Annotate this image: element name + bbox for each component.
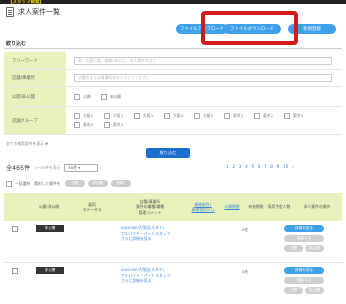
store-group-row: 店舗グループ 大阪1 大阪2 大阪3 大阪4 大阪5 東京1 東京2 東京3 東… — [4, 107, 342, 135]
unpublish-button[interactable]: 非公開 — [305, 245, 324, 252]
page-link[interactable]: 1 — [226, 165, 229, 170]
col-employment-status: 雇用 ステータス — [82, 201, 102, 213]
unpublish-button[interactable]: 非公開 — [305, 287, 324, 294]
freeword-input[interactable]: 例：応募可能、経験1年以上、求人案件名など — [74, 56, 332, 65]
show-all-conditions-link[interactable]: 全ての検索条件を表示 ▼ — [6, 141, 48, 147]
bulk-label: 一括選択 選択した案件を — [15, 180, 61, 186]
publish-button[interactable]: 公開 — [284, 287, 303, 294]
document-icon — [6, 7, 14, 17]
group-checkbox[interactable]: 大阪5 — [194, 113, 220, 119]
per-page-select[interactable]: 50件 ▾ — [64, 163, 99, 172]
col-qualification[interactable]: 資格項目1 資格項目2(1) — [186, 193, 220, 221]
col-publish-deadline[interactable]: 公開期限 — [220, 193, 244, 221]
hire-count: 0名 — [242, 227, 249, 232]
duplicate-button[interactable]: 複製する — [284, 277, 324, 284]
freeword-row: フリーワード 例：応募可能、経験1年以上、求人案件名など — [4, 52, 342, 70]
status-badge: 非公開 — [36, 225, 64, 232]
status-badge: 非公開 — [36, 267, 64, 274]
group-checkbox[interactable]: 東京5 — [104, 122, 130, 128]
divider — [4, 48, 342, 49]
page-link[interactable]: 5 — [251, 165, 254, 170]
group-checkbox[interactable]: 大阪2 — [104, 113, 130, 119]
col-actions: 求人案件の操作 — [303, 204, 331, 210]
page-link[interactable]: 3 — [239, 165, 242, 170]
group-checkbox[interactable]: 大阪4 — [164, 113, 190, 119]
page-link[interactable]: 2 — [232, 165, 235, 170]
location-input[interactable]: 店舗名または事業所名を入力してください — [74, 74, 332, 82]
pagination: 1 2 3 4 5 6 7 8 9 10 › — [226, 165, 297, 170]
page-link[interactable]: 7 — [264, 165, 267, 170]
bulk-action-bar: 一括選択 選択した案件を 公開 非公開 削除 — [6, 180, 134, 187]
table-row: 非公開 KANOMEI大阪店(ＡＢＣ) アルバイト・パートスタッフ さらに詳細を… — [4, 263, 342, 304]
job-link[interactable]: KANOMEI大阪店(ＡＢＣ) アルバイト・パートスタッフ さらに詳細を見る — [121, 267, 183, 284]
location-label: 店舗/事業所 — [4, 70, 66, 86]
page-link[interactable]: 9 — [277, 165, 280, 170]
page-title: 求人案件一覧 — [18, 8, 60, 16]
job-link[interactable]: KANOMEI大阪店(ＡＢＣ) アルバイト・パートスタッフ さらに詳細を見る — [121, 225, 183, 242]
filter-submit-button[interactable]: 絞り込む — [146, 148, 190, 158]
public-status-row: 公開/非公開 公開 非公開 — [4, 87, 342, 107]
location-row: 店舗/事業所 店舗名または事業所名を入力してください — [4, 70, 342, 87]
view-detail-button[interactable]: 詳細を見る — [284, 225, 324, 232]
public-checkbox[interactable]: 公開 — [74, 93, 91, 100]
bulk-publish-button[interactable]: 公開 — [64, 180, 85, 187]
freeword-label: フリーワード — [4, 52, 66, 69]
filter-section-title: 絞り込む — [6, 41, 27, 47]
bulk-delete-button[interactable]: 削除 — [110, 180, 131, 187]
store-group-label: 店舗グループ — [4, 107, 66, 134]
select-all-checkbox[interactable] — [6, 180, 12, 187]
publish-button[interactable]: 公開 — [284, 245, 303, 252]
page-link[interactable]: 6 — [258, 165, 261, 170]
col-public-status: 公開/非公開 — [38, 204, 60, 210]
view-detail-button[interactable]: 詳細を見る — [284, 267, 324, 274]
duplicate-button[interactable]: 複製する — [284, 235, 324, 242]
hire-count: 0名 — [242, 269, 249, 274]
bulk-unpublish-button[interactable]: 非公開 — [87, 180, 108, 187]
total-count: 全465件 — [6, 165, 31, 172]
group-checkbox[interactable]: 東京1 — [224, 113, 250, 119]
col-planned-hires: 採用予定人数 — [267, 204, 291, 210]
result-count: 全465件 1〜50件を表示 50件 ▾ — [6, 163, 99, 172]
col-store-job: 店舗/事業所 案件の職種/職種 管理コメント — [136, 198, 164, 215]
row-checkbox[interactable] — [12, 268, 18, 274]
row-checkbox[interactable] — [12, 226, 18, 232]
table-row: 非公開 KANOMEI大阪店(ＡＢＣ) アルバイト・パートスタッフ さらに詳細を… — [4, 221, 342, 263]
private-checkbox[interactable]: 非公開 — [100, 93, 121, 100]
public-status-label: 公開/非公開 — [4, 87, 66, 106]
group-checkbox[interactable]: 東京2 — [254, 113, 280, 119]
page-link[interactable]: 10 — [283, 165, 288, 170]
group-checkbox[interactable]: 東京3 — [284, 113, 310, 119]
group-checkbox[interactable]: 大阪1 — [74, 113, 100, 119]
table-header: 公開/非公開 雇用 ステータス 店舗/事業所 案件の職種/職種 管理コメント 資… — [4, 193, 342, 221]
range-label: 1〜50件を表示 — [34, 164, 61, 170]
page-link[interactable]: 4 — [245, 165, 248, 170]
group-checkbox[interactable]: 東京4 — [74, 122, 100, 128]
next-page-link[interactable]: › — [292, 165, 294, 170]
page-link[interactable]: 8 — [270, 165, 273, 170]
highlight-box — [201, 11, 298, 45]
group-checkbox[interactable]: 大阪3 — [134, 113, 160, 119]
